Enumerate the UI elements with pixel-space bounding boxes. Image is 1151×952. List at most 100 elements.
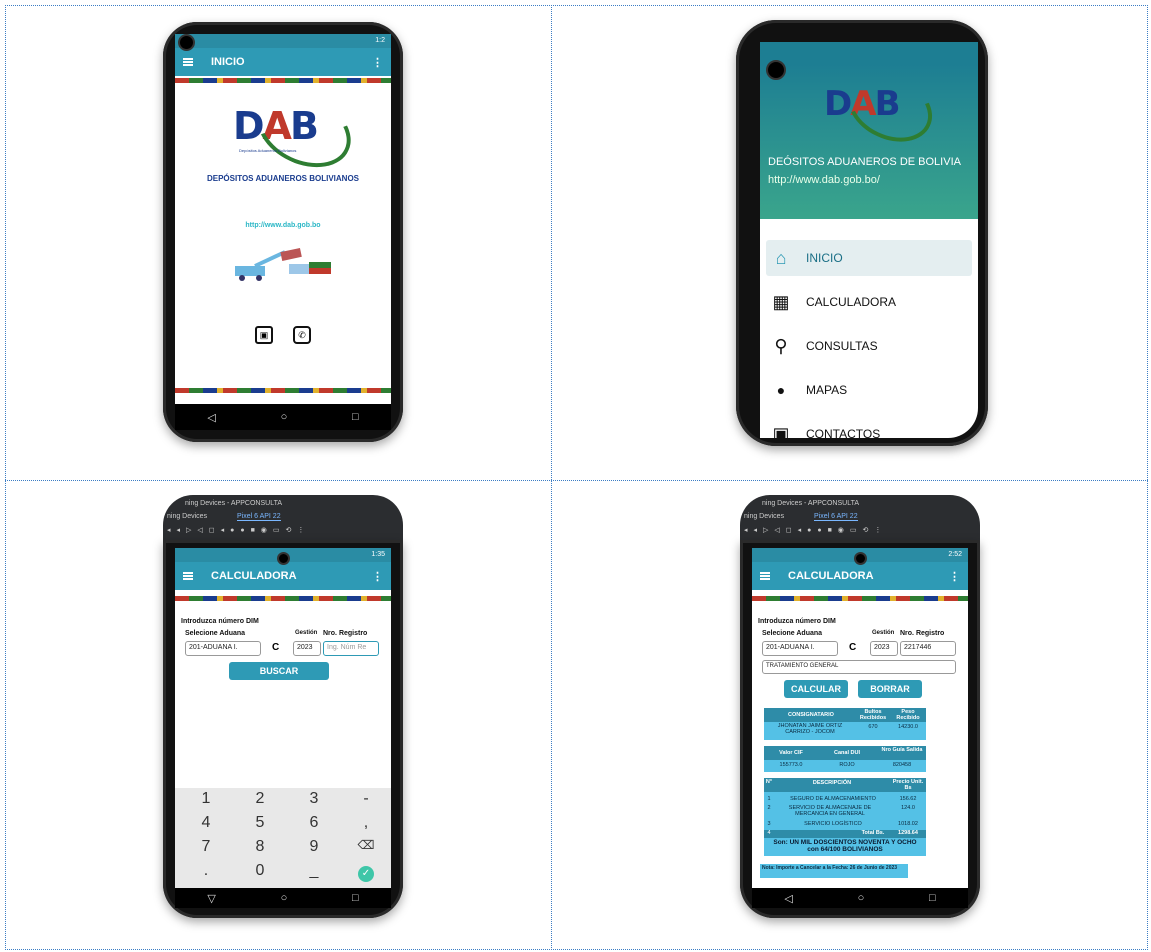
overflow-menu-icon[interactable]: ⋮ <box>949 570 960 583</box>
flag-stripe-bottom <box>175 388 391 393</box>
ide-tab-devices[interactable]: ning Devices <box>744 513 784 520</box>
c-label: C <box>849 642 857 653</box>
search-icon: ⚲ <box>774 335 788 356</box>
status-time: 1:35 <box>371 551 385 558</box>
key-0[interactable]: 0 <box>245 862 275 880</box>
home-nav-icon[interactable]: ○ <box>858 892 865 904</box>
calculator-icon: ▦ <box>772 291 790 312</box>
menu-item-calculadora[interactable]: ▦ CALCULADORA <box>766 284 972 320</box>
ide-title: ning Devices - APPCONSULTA <box>185 500 282 507</box>
enter-check-icon[interactable]: ✓ <box>358 866 374 882</box>
aduana-select[interactable]: 201-ADUANA I. <box>762 641 838 656</box>
menu-label: CONSULTAS <box>806 339 878 353</box>
drawer-title: DEÓSITOS ADUANEROS DE BOLIVIA <box>768 156 961 168</box>
servicios-table: N° DESCRIPCIÓN Precio Unit. Bs 1 SEGURO … <box>764 778 926 856</box>
contact-icon[interactable]: ▣ <box>255 326 273 344</box>
app-title: CALCULADORA <box>211 570 297 582</box>
drawer-logo: DAB <box>820 60 944 155</box>
recents-icon[interactable]: □ <box>929 892 936 904</box>
tratamiento-select[interactable]: TRATAMIENTO GENERAL <box>762 660 956 674</box>
ide-tab-devices[interactable]: ning Devices <box>167 513 207 520</box>
home-nav-icon[interactable]: ○ <box>281 892 288 904</box>
valor-value: 155773.0 <box>779 762 803 768</box>
menu-label: CALCULADORA <box>806 295 897 309</box>
back-icon[interactable]: ◁ <box>784 892 792 905</box>
gestion-field[interactable]: 2023 <box>870 641 898 656</box>
overflow-menu-icon[interactable]: ⋮ <box>372 56 383 69</box>
contact-icon: ▣ <box>772 423 790 439</box>
col-canal: Canal DUI <box>834 750 860 756</box>
ide-tab-pixel[interactable]: Pixel 6 API 22 <box>814 513 858 521</box>
menu-icon[interactable] <box>760 572 770 580</box>
key-1[interactable]: 1 <box>191 790 221 808</box>
key-minus[interactable]: - <box>351 790 381 808</box>
canal-value: ROJO <box>839 762 855 768</box>
key-6[interactable]: 6 <box>299 814 329 832</box>
menu-item-inicio[interactable]: ⌂ INICIO <box>766 240 972 276</box>
key-4[interactable]: 4 <box>191 814 221 832</box>
key-9[interactable]: 9 <box>299 838 329 856</box>
overflow-menu-icon[interactable]: ⋮ <box>372 570 383 583</box>
company-name: DEPÓSITOS ADUANEROS BOLIVIANOS <box>206 174 360 183</box>
registro-field[interactable]: Ing. Núm Re <box>323 641 379 656</box>
status-bar: 1:2 <box>175 34 391 48</box>
menu-item-consultas[interactable]: ⚲ CONSULTAS <box>766 328 972 364</box>
key-8[interactable]: 8 <box>245 838 275 856</box>
backspace-icon[interactable]: ⌫ <box>351 838 381 852</box>
ide-strip-calculadora: ning Devices - APPCONSULTA ning Devices … <box>163 495 403 541</box>
gestion-field[interactable]: 2023 <box>293 641 321 656</box>
android-nav-bar: ▽ ○ □ <box>175 888 391 908</box>
phone-frame-inicio: 1:2 INICIO ⋮ DAB Depósitos Aduaneros Bol… <box>163 22 403 442</box>
flag-stripe-top <box>175 78 391 83</box>
aduana-label: Selecione Aduana <box>762 630 823 637</box>
whatsapp-icon[interactable]: ✆ <box>293 326 311 344</box>
recents-icon[interactable]: □ <box>352 411 359 423</box>
map-pin-icon: ● <box>776 382 786 398</box>
col-peso: Peso Recibido <box>896 709 920 721</box>
website-link[interactable]: http://www.dab.gob.bo <box>175 222 391 229</box>
key-5[interactable]: 5 <box>245 814 275 832</box>
borrar-button[interactable]: BORRAR <box>858 680 922 698</box>
back-icon[interactable]: ▽ <box>207 892 215 905</box>
ide-tab-pixel[interactable]: Pixel 6 API 22 <box>237 513 281 521</box>
camera-punch-hole <box>178 34 195 51</box>
status-bar <box>760 42 978 64</box>
logo-subtitle: Depósitos Aduaneros Bolivianos <box>239 148 297 153</box>
row-n: 2 <box>767 805 771 811</box>
menu-item-mapas[interactable]: ● MAPAS <box>766 372 972 408</box>
son-text: Son: UN MIL DOSCIENTOS NOVENTA Y OCHO co… <box>773 839 917 853</box>
key-2[interactable]: 2 <box>245 790 275 808</box>
back-icon[interactable]: ◁ <box>207 411 215 424</box>
aduana-label: Selecione Aduana <box>185 630 246 637</box>
drawer-url[interactable]: http://www.dab.gob.bo/ <box>768 174 880 186</box>
key-7[interactable]: 7 <box>191 838 221 856</box>
key-dot[interactable]: . <box>191 862 221 880</box>
camera-punch-hole <box>277 552 290 565</box>
android-nav-bar: ◁ ○ □ <box>752 888 968 908</box>
key-comma[interactable]: , <box>351 814 381 832</box>
menu-icon[interactable] <box>183 58 193 66</box>
menu-icon[interactable] <box>183 572 193 580</box>
screen-drawer: DAB DEÓSITOS ADUANEROS DE BOLIVIA http:/… <box>760 42 978 438</box>
registro-field[interactable]: 2217446 <box>900 641 956 656</box>
calcular-button[interactable]: CALCULAR <box>784 680 848 698</box>
key-space[interactable]: _ <box>299 862 329 880</box>
col-consignatario: CONSIGNATARIO <box>788 712 834 718</box>
buscar-button[interactable]: BUSCAR <box>229 662 329 680</box>
row-precio: 1018.02 <box>898 821 918 827</box>
menu-label: MAPAS <box>806 383 848 397</box>
screen-calculadora: 1:35 CALCULADORA ⋮ Introduzca número DIM… <box>175 548 391 908</box>
menu-item-contactos[interactable]: ▣ CONTACTOS <box>766 416 972 439</box>
home-nav-icon[interactable]: ○ <box>281 411 288 423</box>
camera-punch-hole <box>766 60 786 80</box>
camera-punch-hole <box>854 552 867 565</box>
ide-strip-resultado: ning Devices - APPCONSULTA ning Devices … <box>740 495 980 541</box>
key-3[interactable]: 3 <box>299 790 329 808</box>
grid-divider-vertical <box>551 5 552 950</box>
consignatario-table: CONSIGNATARIO Bultos Recibidos Peso Reci… <box>764 708 926 740</box>
numeric-keypad: 1 2 3 - 4 5 6 , 7 8 9 ⌫ . 0 _ ✓ <box>175 788 391 888</box>
aduana-select[interactable]: 201-ADUANA I. <box>185 641 261 656</box>
bultos-value: 670 <box>868 724 878 730</box>
recents-icon[interactable]: □ <box>352 892 359 904</box>
gestion-label: Gestión <box>295 630 318 636</box>
